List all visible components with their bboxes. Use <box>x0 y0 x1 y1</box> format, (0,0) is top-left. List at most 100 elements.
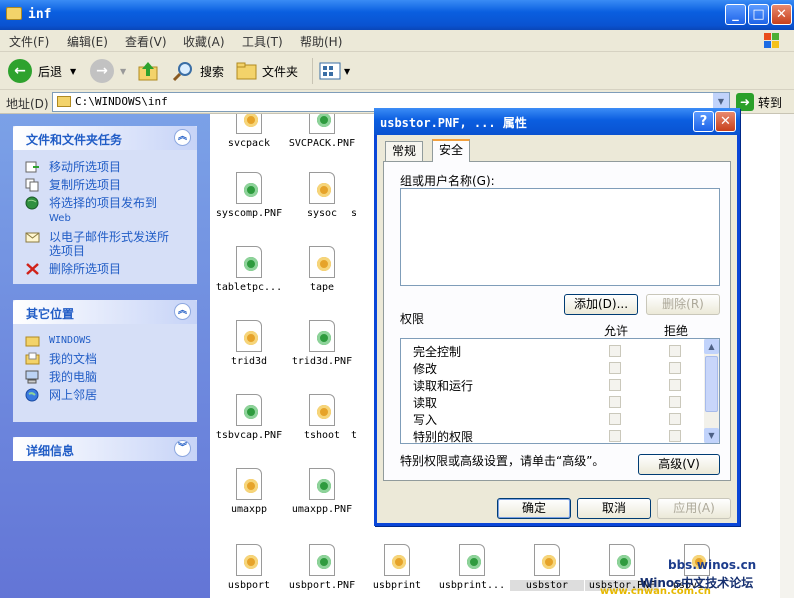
permission-row: 修改 <box>413 362 438 376</box>
deny-checkbox <box>669 362 681 374</box>
task-pane: 文件和文件夹任务 ︽ 移动所选项目 复制所选项目 将选择的项目发布到 Web 以… <box>0 114 210 598</box>
setup-info-file-icon <box>534 544 560 576</box>
add-button[interactable]: 添加(D)... <box>564 294 638 315</box>
folders-button[interactable]: 文件夹 <box>236 58 298 84</box>
delete-x-icon <box>26 263 39 275</box>
file-item[interactable]: usbprint... <box>435 544 509 591</box>
file-item[interactable]: t <box>334 394 374 441</box>
places-panel-header[interactable]: 其它位置 ︽ <box>13 300 197 324</box>
dialog-title-bar[interactable]: usbstor.PNF, ... 属性 ? ✕ <box>374 108 740 135</box>
computer-icon <box>25 370 39 384</box>
close-button[interactable]: ✕ <box>771 4 792 25</box>
go-button[interactable]: ➜ 转到 <box>736 92 782 112</box>
permissions-scrollbar[interactable]: ▲ ▼ <box>704 339 719 443</box>
permission-row: 读取 <box>413 396 438 410</box>
file-item[interactable]: trid3d <box>212 320 286 367</box>
scroll-up-icon[interactable]: ▲ <box>704 339 719 354</box>
scroll-down-icon[interactable]: ▼ <box>704 428 719 443</box>
email-icon <box>25 232 40 243</box>
menu-help[interactable]: 帮助(H) <box>300 33 342 50</box>
group-users-list[interactable] <box>400 188 720 286</box>
collapse-icon[interactable]: ︽ <box>174 129 191 146</box>
task-delete[interactable]: 删除所选项目 <box>13 262 197 276</box>
place-my-computer[interactable]: 我的电脑 <box>13 370 197 384</box>
task-publish-web[interactable]: 将选择的项目发布到 Web <box>13 196 197 226</box>
tasks-panel-header[interactable]: 文件和文件夹任务 ︽ <box>13 126 197 150</box>
expand-icon[interactable]: ︾ <box>174 440 191 457</box>
task-copy[interactable]: 复制所选项目 <box>13 178 197 192</box>
setup-info-file-icon <box>309 172 335 204</box>
place-windows[interactable]: WINDOWS <box>13 334 197 348</box>
back-button[interactable]: ← 后退 ▼ <box>8 58 76 84</box>
collapse-icon[interactable]: ︽ <box>174 303 191 320</box>
file-item[interactable]: tape <box>285 246 359 293</box>
setup-info-file-icon <box>384 544 410 576</box>
remove-button: 删除(R) <box>646 294 720 315</box>
back-arrow-icon: ← <box>8 59 32 83</box>
advanced-button[interactable]: 高级(V) <box>638 454 720 475</box>
dialog-title: usbstor.PNF, ... 属性 <box>380 116 527 130</box>
task-move[interactable]: 移动所选项目 <box>13 160 197 174</box>
watermark-site: bbs.winos.cn <box>668 558 757 572</box>
menu-edit[interactable]: 编辑(E) <box>67 33 108 50</box>
allow-checkbox <box>609 396 621 408</box>
tab-general[interactable]: 常规 <box>385 141 424 161</box>
deny-checkbox <box>669 430 681 442</box>
forward-arrow-icon: → <box>90 59 114 83</box>
file-list-scrollbar[interactable] <box>780 114 794 598</box>
menu-view[interactable]: 查看(V) <box>125 33 167 50</box>
maximize-button[interactable]: □ <box>748 4 769 25</box>
pnf-file-icon <box>459 544 485 576</box>
window-title-bar[interactable]: inf _ □ ✕ <box>0 0 794 30</box>
tasks-panel: 文件和文件夹任务 ︽ 移动所选项目 复制所选项目 将选择的项目发布到 Web 以… <box>13 126 197 284</box>
file-item[interactable]: umaxpp <box>212 468 286 515</box>
views-button[interactable]: ▼ <box>312 58 350 84</box>
ok-button[interactable]: 确定 <box>497 498 571 519</box>
up-folder-button[interactable] <box>138 58 160 84</box>
pnf-file-icon <box>236 172 262 204</box>
file-item[interactable]: svcpack <box>212 114 286 149</box>
copy-icon <box>25 178 39 192</box>
minimize-button[interactable]: _ <box>725 4 746 25</box>
details-panel: 详细信息 ︾ <box>13 437 197 461</box>
place-network[interactable]: 网上邻居 <box>13 388 197 402</box>
tab-security[interactable]: 安全 <box>432 139 471 162</box>
apply-button: 应用(A) <box>657 498 731 519</box>
menu-tools[interactable]: 工具(T) <box>242 33 283 50</box>
permission-row: 写入 <box>413 413 438 427</box>
pnf-file-icon <box>309 320 335 352</box>
window-title: inf <box>28 7 52 22</box>
allow-column-header: 允许 <box>604 324 629 338</box>
menu-favorites[interactable]: 收藏(A) <box>183 33 225 50</box>
help-button[interactable]: ? <box>693 111 714 132</box>
task-email[interactable]: 以电子邮件形式发送所 选项目 <box>13 230 197 258</box>
my-documents-icon <box>25 352 40 365</box>
menu-file[interactable]: 文件(F) <box>9 33 49 50</box>
file-item[interactable]: trid3d.PNF <box>285 320 359 367</box>
file-item[interactable]: usbport <box>212 544 286 591</box>
file-item[interactable]: SVCPACK.PNF <box>285 114 359 149</box>
search-button[interactable]: 搜索 <box>172 58 224 84</box>
file-item[interactable]: usbstor <box>510 544 584 591</box>
file-item[interactable]: tabletpc... <box>212 246 286 293</box>
details-panel-header[interactable]: 详细信息 ︾ <box>13 437 197 461</box>
file-item[interactable]: tsbvcap.PNF <box>212 394 286 441</box>
file-item[interactable]: syscomp.PNF <box>212 172 286 219</box>
permissions-list[interactable]: 完全控制 修改 读取和运行 读取 写入 特别的权限 ▲ ▼ <box>400 338 720 444</box>
file-item[interactable]: s <box>334 172 374 219</box>
up-folder-icon <box>138 62 158 81</box>
file-item[interactable]: usbport.PNF <box>285 544 359 591</box>
file-item[interactable]: usbprint <box>360 544 434 591</box>
scroll-thumb[interactable] <box>705 356 718 412</box>
file-item[interactable]: umaxpp.PNF <box>285 468 359 515</box>
properties-dialog: usbstor.PNF, ... 属性 ? ✕ 常规 安全 组或用户名称(G):… <box>374 108 740 526</box>
forward-button[interactable]: → ▼ <box>90 58 126 84</box>
deny-checkbox <box>669 396 681 408</box>
place-my-documents[interactable]: 我的文档 <box>13 352 197 366</box>
dialog-close-button[interactable]: ✕ <box>715 111 736 132</box>
setup-info-file-icon <box>309 394 335 426</box>
cancel-button[interactable]: 取消 <box>577 498 651 519</box>
deny-checkbox <box>669 379 681 391</box>
allow-checkbox <box>609 362 621 374</box>
setup-info-file-icon <box>236 544 262 576</box>
